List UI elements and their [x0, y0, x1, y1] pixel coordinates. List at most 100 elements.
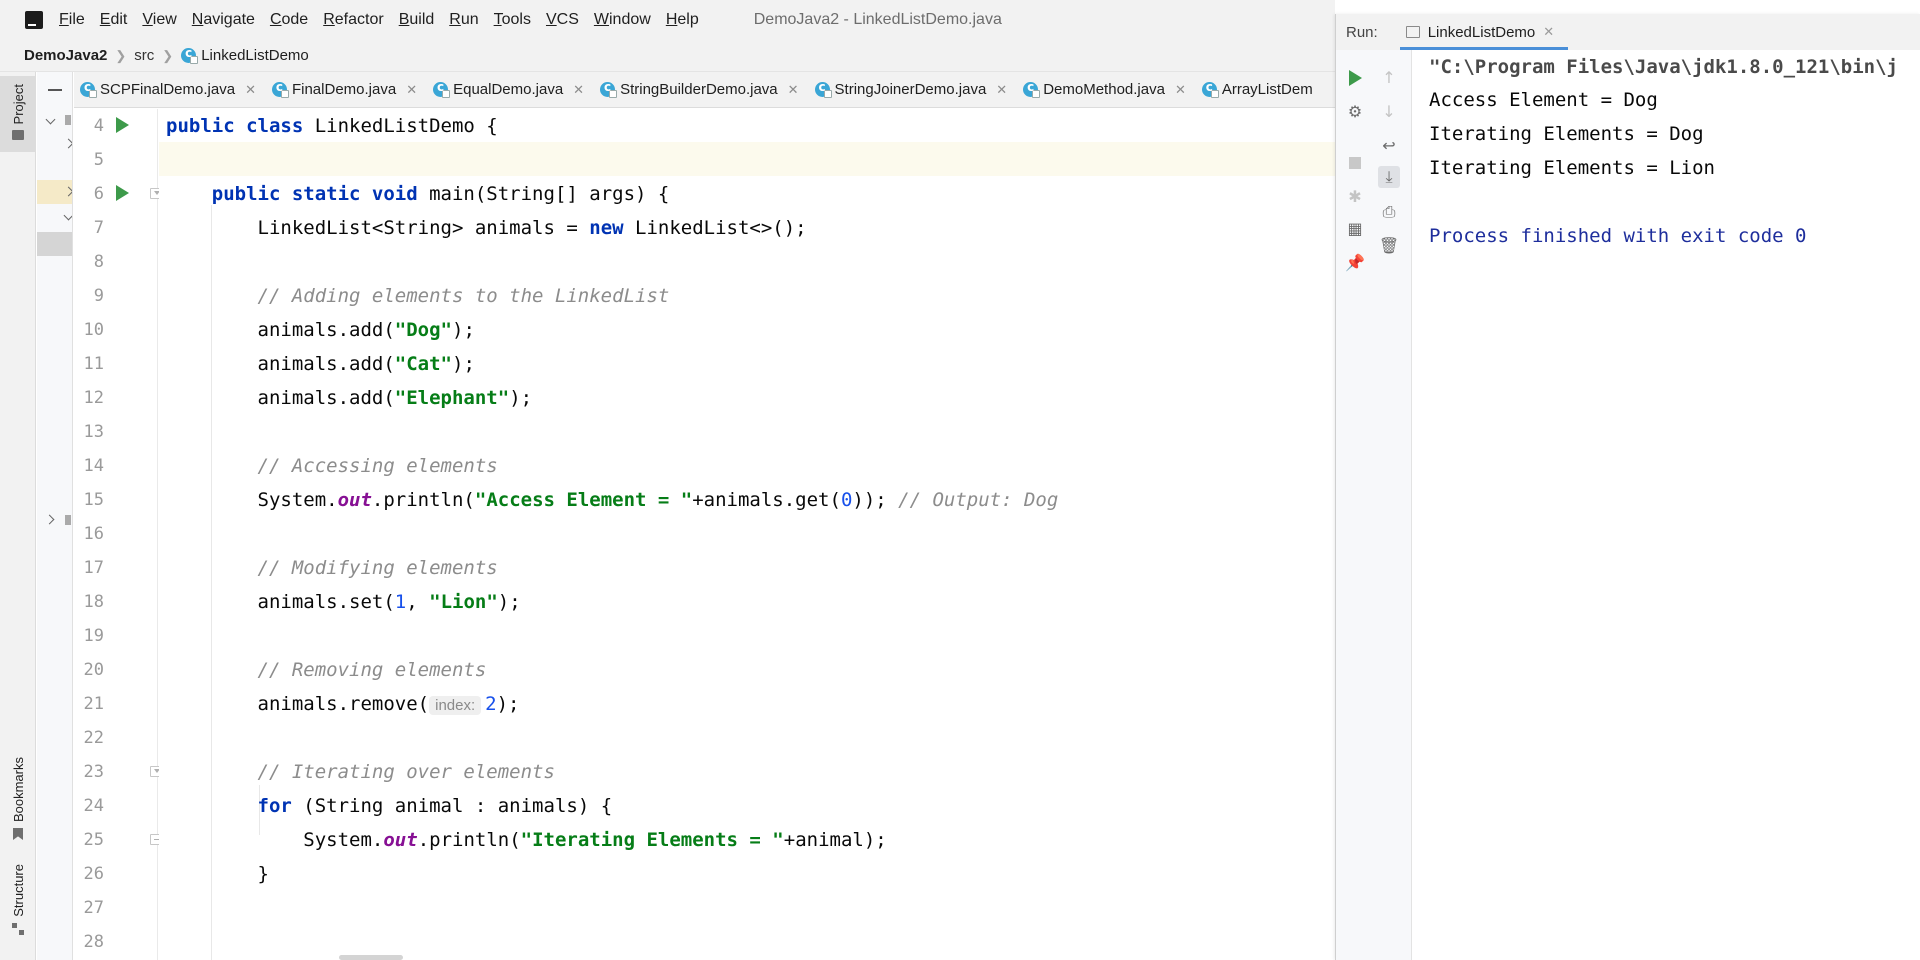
project-tool-label: Project [10, 84, 26, 125]
code-line-21: animals.remove(index: 2); [257, 693, 520, 715]
line-number: 10 [83, 320, 104, 340]
line-number: 6 [93, 184, 104, 204]
debug-button[interactable]: ✱ [1344, 186, 1366, 208]
code-line-11: animals.add("Cat"); [257, 353, 475, 375]
tree-row[interactable] [37, 204, 72, 228]
close-icon[interactable]: ✕ [573, 82, 584, 98]
next-occurrence-button[interactable]: ↓ [1378, 101, 1400, 123]
tab-demomethod[interactable]: DemoMethod.java✕ [1017, 72, 1196, 107]
structure-tool-label: Structure [10, 864, 26, 917]
code-line-9: // Adding elements to the LinkedList [257, 285, 670, 307]
tab-stringbuilderdemo[interactable]: StringBuilderDemo.java✕ [594, 72, 808, 107]
line-number: 15 [83, 490, 104, 510]
menu-file[interactable]: File [59, 11, 85, 29]
console-output[interactable]: "C:\Program Files\Java\jdk1.8.0_121\bin\… [1413, 50, 1920, 960]
tree-row[interactable] [37, 108, 72, 132]
code-editor[interactable]: public class LinkedListDemo { public sta… [159, 109, 1335, 960]
code-line-7: LinkedList<String> animals = new LinkedL… [257, 217, 807, 239]
window-title: DemoJava2 - LinkedListDemo.java [753, 11, 1002, 28]
editor-gutter: 4 5 6 7 8 9 10 11 12 13 14 15 16 17 18 1… [74, 109, 164, 960]
arrow-up-icon: ↑ [1382, 68, 1396, 87]
scroll-to-end-button[interactable]: ⤓ [1378, 166, 1400, 188]
wrench-icon: ⚙ [1347, 102, 1363, 121]
edit-configuration-button[interactable]: ⚙ [1344, 101, 1366, 123]
print-button[interactable]: ⎙ [1378, 201, 1400, 223]
menu-vcs[interactable]: VCS [546, 11, 579, 29]
line-number: 19 [83, 626, 104, 646]
tab-finaldemo[interactable]: FinalDemo.java✕ [266, 72, 427, 107]
structure-icon [12, 922, 24, 935]
stop-button[interactable] [1344, 152, 1366, 174]
bug-icon: ✱ [1348, 187, 1362, 206]
run-tab-linkedlistdemo[interactable]: LinkedListDemo ✕ [1399, 14, 1569, 50]
project-tool-button[interactable]: Project [0, 76, 36, 152]
clear-all-button[interactable]: 🗑 [1378, 235, 1400, 257]
java-class-icon [433, 80, 451, 98]
line-number: 5 [93, 150, 104, 170]
code-line-4: public class LinkedListDemo { [166, 115, 498, 137]
console-line-exit: Process finished with exit code 0 [1429, 225, 1807, 247]
line-number: 17 [83, 558, 104, 578]
parameter-hint: index: [429, 696, 482, 715]
menu-help[interactable]: Help [666, 11, 699, 29]
tab-scpfinaldemo[interactable]: SCPFinalDemo.java✕ [74, 72, 266, 107]
close-icon[interactable]: ✕ [406, 82, 417, 98]
line-number: 27 [83, 898, 104, 918]
horizontal-scrollbar[interactable] [339, 955, 403, 960]
menu-refactor[interactable]: Refactor [323, 11, 383, 29]
close-icon[interactable]: ✕ [245, 82, 256, 98]
console-line-command: "C:\Program Files\Java\jdk1.8.0_121\bin\… [1429, 56, 1898, 78]
close-icon[interactable]: ✕ [996, 82, 1007, 98]
tab-arraylistdemo[interactable]: ArrayListDem [1196, 72, 1323, 107]
left-tool-strip: Project Bookmarks Structure [0, 72, 36, 960]
tab-stringjoinerdemo[interactable]: StringJoinerDemo.java✕ [809, 72, 1018, 107]
close-icon[interactable]: ✕ [1175, 82, 1186, 98]
arrow-down-icon: ↓ [1382, 102, 1396, 121]
menu-navigate[interactable]: Navigate [192, 11, 255, 29]
run-main-icon[interactable] [116, 185, 129, 201]
breadcrumb-folder[interactable]: src [134, 47, 154, 64]
structure-tool-button[interactable]: Structure [0, 864, 36, 960]
menu-edit[interactable]: Edit [100, 11, 128, 29]
project-panel [37, 72, 73, 960]
close-icon[interactable]: ✕ [1543, 24, 1554, 40]
line-number: 14 [83, 456, 104, 476]
previous-occurrence-button[interactable]: ↑ [1378, 67, 1400, 89]
menu-run[interactable]: Run [449, 11, 478, 29]
line-number: 18 [83, 592, 104, 612]
close-icon[interactable]: ✕ [788, 82, 799, 98]
menu-tools[interactable]: Tools [494, 11, 531, 29]
soft-wrap-button[interactable]: ↩ [1378, 135, 1400, 157]
layout-button[interactable]: ▦ [1344, 218, 1366, 240]
tab-equaldemo[interactable]: EqualDemo.java✕ [427, 72, 594, 107]
tree-row[interactable] [37, 232, 72, 256]
code-line-25: System.out.println("Iterating Elements =… [303, 829, 887, 851]
java-class-icon [1201, 80, 1219, 98]
current-line-highlight [159, 142, 1335, 176]
minimize-icon[interactable] [48, 89, 62, 91]
run-class-icon[interactable] [116, 117, 129, 133]
stop-icon [1349, 157, 1361, 169]
tree-row[interactable] [37, 132, 72, 156]
menu-build[interactable]: Build [399, 11, 435, 29]
line-number: 8 [93, 252, 104, 272]
line-number: 20 [83, 660, 104, 680]
printer-icon: ⎙ [1382, 202, 1396, 221]
code-line-26: } [257, 863, 269, 885]
menu-view[interactable]: View [142, 11, 176, 29]
bookmarks-tool-button[interactable]: Bookmarks [0, 757, 36, 867]
menu-bar: File Edit View Navigate Code Refactor Bu… [0, 0, 1335, 40]
line-number: 25 [83, 830, 104, 850]
pin-tab-button[interactable]: 📌 [1344, 252, 1366, 274]
chevron-down-icon [45, 114, 56, 125]
line-number: 11 [83, 354, 104, 374]
breadcrumb-project[interactable]: DemoJava2 [24, 47, 107, 64]
trash-icon: 🗑 [1378, 236, 1400, 255]
rerun-button[interactable] [1344, 67, 1366, 89]
tree-row[interactable] [37, 180, 72, 204]
menu-window[interactable]: Window [594, 11, 651, 29]
console-line: Access Element = Dog [1429, 89, 1658, 111]
tree-row[interactable] [37, 508, 72, 532]
breadcrumb-file[interactable]: LinkedListDemo [181, 46, 309, 64]
menu-code[interactable]: Code [270, 11, 308, 29]
